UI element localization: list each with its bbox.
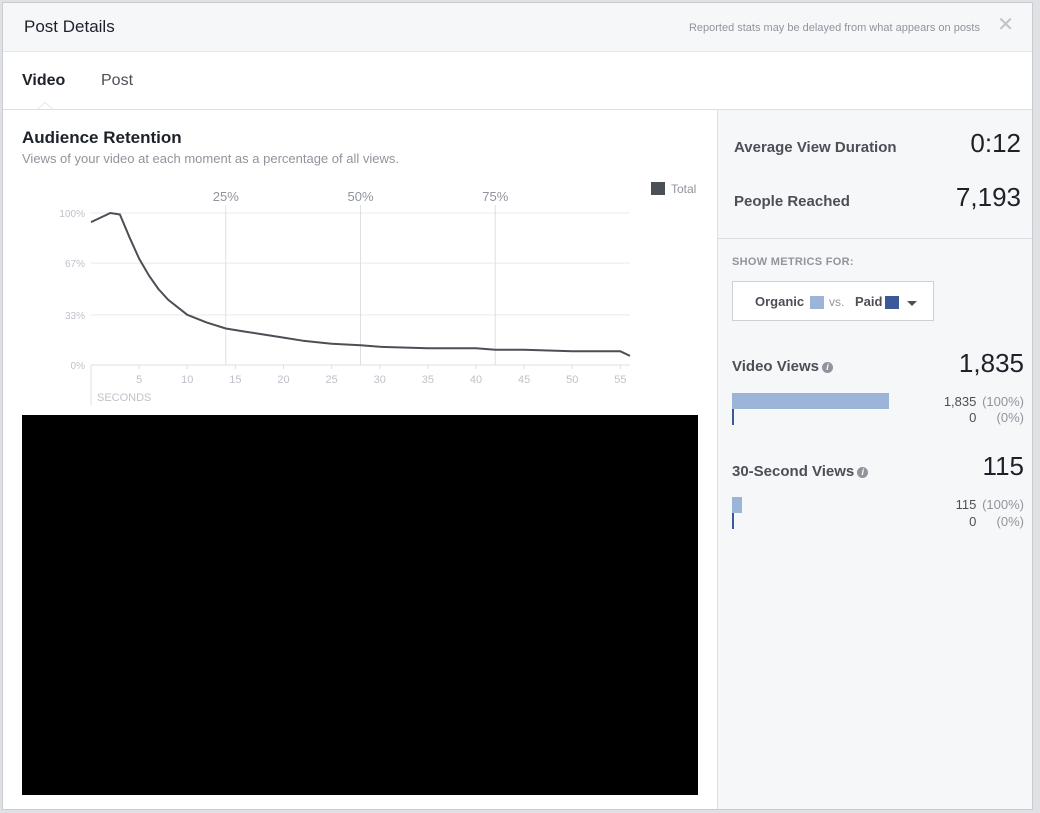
x-tick-label: 40 bbox=[470, 374, 482, 386]
post-details-dialog: Post Details Reported stats may be delay… bbox=[2, 2, 1033, 810]
y-tick-label: 0% bbox=[71, 361, 86, 372]
video-views-label-text: Video Views bbox=[732, 358, 819, 375]
divider bbox=[718, 238, 1032, 239]
legend-label: Total bbox=[671, 182, 696, 196]
legend-swatch bbox=[651, 182, 665, 195]
dialog-title: Post Details bbox=[24, 17, 115, 36]
stats-sidebar: Average View Duration 0:12 People Reache… bbox=[717, 110, 1032, 809]
paid-label: Paid bbox=[855, 294, 883, 309]
thirty-second-views-label: 30-Second Views i bbox=[732, 463, 869, 480]
show-metrics-label: SHOW METRICS FOR: bbox=[732, 256, 854, 268]
video-views-organic-pct: (100%) bbox=[982, 394, 1024, 409]
video-views-paid-pct: (0%) bbox=[996, 410, 1024, 425]
metrics-selector[interactable]: Organic vs. Paid bbox=[732, 281, 934, 321]
audience-retention-title: Audience Retention bbox=[22, 128, 182, 147]
video-views-organic-bar bbox=[732, 393, 889, 409]
x-tick-label: 50 bbox=[566, 374, 578, 386]
thirty-second-views-organic-count: 115 bbox=[955, 497, 977, 512]
thirty-second-views-paid-count: 0 bbox=[969, 514, 977, 529]
thirty-second-views-value: 115 bbox=[982, 451, 1024, 481]
avg-view-duration-value: 0:12 bbox=[970, 128, 1021, 158]
video-views-paid-bar bbox=[732, 409, 734, 425]
tab-video[interactable]: Video bbox=[22, 72, 65, 90]
avg-view-duration-label: Average View Duration bbox=[734, 139, 897, 156]
organic-swatch bbox=[810, 296, 824, 309]
x-tick-label: 25 bbox=[326, 374, 338, 386]
thirty-second-views-paid-value: 0 (0%) bbox=[969, 514, 1024, 529]
stats-delay-note: Reported stats may be delayed from what … bbox=[688, 22, 980, 34]
people-reached-value: 7,193 bbox=[955, 182, 1021, 212]
x-axis-label: SECONDS bbox=[97, 392, 151, 404]
audience-retention-subtitle: Views of your video at each moment as a … bbox=[22, 151, 399, 166]
info-icon[interactable]: i bbox=[857, 467, 869, 478]
info-icon[interactable]: i bbox=[822, 362, 833, 373]
x-tick-label: 35 bbox=[422, 374, 434, 386]
video-views-value: 1,835 bbox=[958, 348, 1024, 378]
x-tick-label: 10 bbox=[181, 374, 193, 386]
tab-post[interactable]: Post bbox=[101, 72, 133, 90]
video-views-paid-count: 0 bbox=[969, 410, 977, 425]
tab-bar: Video Post bbox=[3, 52, 1032, 110]
thirty-second-views-paid-bar bbox=[732, 513, 734, 529]
thirty-second-views-organic-pct: (100%) bbox=[982, 497, 1024, 512]
video-player[interactable] bbox=[22, 415, 698, 795]
thirty-second-views-organic-value: 115 (100%) bbox=[956, 497, 1024, 512]
paid-swatch bbox=[885, 296, 899, 309]
x-tick-label: 15 bbox=[229, 374, 241, 386]
quartile-marker-label: 50% bbox=[347, 189, 373, 204]
thirty-second-views-organic-bar bbox=[732, 497, 742, 513]
x-tick-label: 30 bbox=[374, 374, 386, 386]
vs-label: vs. bbox=[829, 295, 845, 309]
y-tick-label: 100% bbox=[59, 209, 85, 220]
active-tab-indicator bbox=[37, 102, 53, 109]
quartile-marker-label: 25% bbox=[213, 189, 239, 204]
video-panel: Audience Retention Views of your video a… bbox=[3, 110, 717, 809]
video-views-organic-value: 1,835 (100%) bbox=[944, 394, 1024, 409]
x-tick-label: 20 bbox=[277, 374, 289, 386]
y-tick-label: 33% bbox=[65, 311, 85, 322]
chevron-down-icon bbox=[907, 301, 917, 306]
quartile-marker-label: 75% bbox=[482, 189, 508, 204]
thirty-second-views-label-text: 30-Second Views bbox=[732, 463, 855, 480]
y-tick-label: 67% bbox=[65, 259, 85, 270]
dialog-header: Post Details Reported stats may be delay… bbox=[3, 3, 1032, 52]
thirty-second-views-paid-pct: (0%) bbox=[996, 514, 1024, 529]
x-tick-label: 55 bbox=[614, 374, 626, 386]
video-views-organic-count: 1,835 bbox=[943, 394, 977, 409]
video-views-label: Video Views i bbox=[732, 358, 833, 375]
people-reached-label: People Reached bbox=[734, 193, 850, 210]
video-views-paid-value: 0 (0%) bbox=[969, 410, 1024, 425]
x-tick-label: 45 bbox=[518, 374, 530, 386]
organic-label: Organic bbox=[755, 294, 805, 309]
close-icon[interactable]: ✕ bbox=[997, 15, 1014, 35]
x-tick-label: 5 bbox=[136, 374, 142, 386]
audience-retention-chart: 100% 67% 33% 0% 25% 50% 75% 5 10 15 20 25 30 35 40 45 50… bbox=[59, 182, 696, 405]
